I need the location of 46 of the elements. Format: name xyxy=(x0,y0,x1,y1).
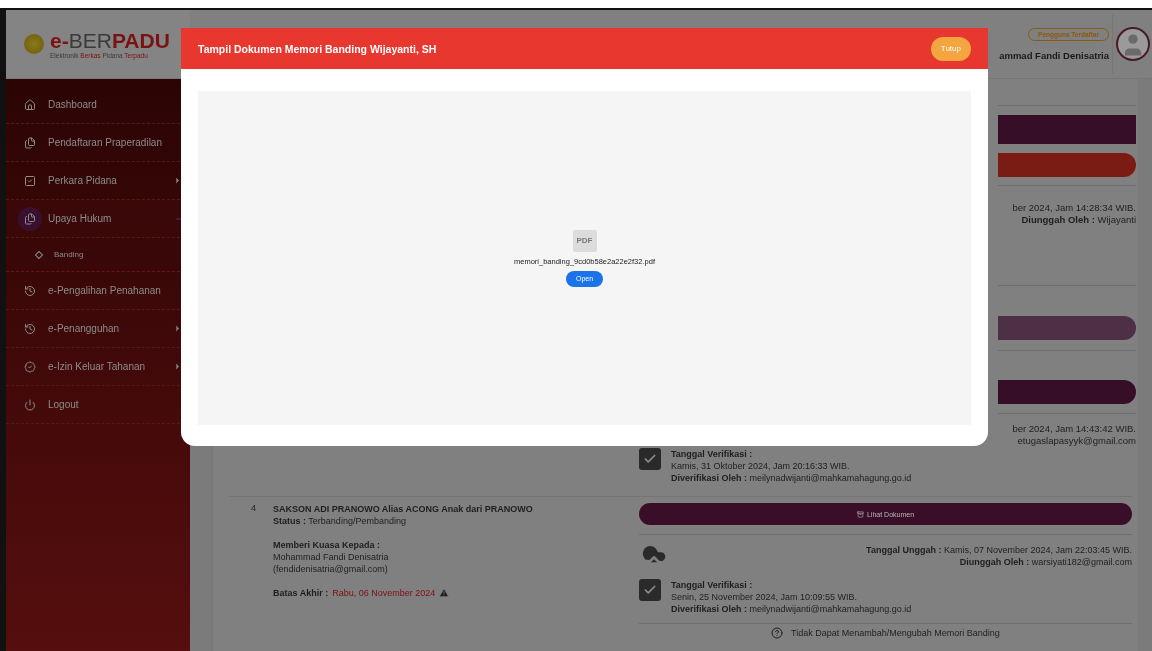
pdf-file-icon: PDF xyxy=(572,229,597,252)
logo-title: e-BERPADU xyxy=(50,29,170,52)
proxy-name: Mohammad Fandi Denisatria xyxy=(273,551,390,563)
arrow-icon xyxy=(173,362,182,371)
menu-icon xyxy=(24,322,36,335)
upload-date-text: Tanggal Unggah : Kamis, 07 November 2024, Jam 22:03:45 WIB. xyxy=(866,544,1132,556)
uploader-email: etugaslapasyyk@gmail.com xyxy=(1016,435,1136,447)
modal-title: Tampil Dokumen Memori Banding Wijayanti, SH xyxy=(198,42,437,55)
deadline-label: Batas Akhir : xyxy=(273,587,329,599)
party-name: SAKSON ADI PRANOWO Alias ACONG Anak dari PRANOWO xyxy=(273,503,533,515)
notice-text: Tidak Dapat Menambah/Mengubah Memori Banding xyxy=(791,628,1000,638)
menu-icon xyxy=(24,284,36,297)
checkbox-icon xyxy=(639,579,661,601)
action-button[interactable] xyxy=(998,153,1136,177)
uploader-text: Diunggah Oleh : Wijayanti xyxy=(1021,214,1136,225)
proxy-email: (fendidenisatria@gmail.com) xyxy=(273,563,389,575)
arrow-icon xyxy=(173,324,182,333)
menu-icon xyxy=(24,98,36,111)
view-document-button[interactable] xyxy=(998,380,1136,404)
checkbox-icon xyxy=(639,448,661,470)
user-name: ammad Fandi Denisatria xyxy=(999,49,1109,61)
verification-label: Tanggal Verifikasi : xyxy=(671,448,754,460)
proxy-label: Memberi Kuasa Kepada : xyxy=(273,539,382,551)
verification-date: Senin, 25 November 2024, Jam 10:09:55 WIB. xyxy=(671,591,859,603)
status-text: Status : Terbanding/Pembanding xyxy=(273,515,407,527)
menu-icon xyxy=(24,398,36,411)
menu-icon xyxy=(24,360,36,373)
archive-icon xyxy=(856,510,864,518)
verified-by-text: Diverifikasi Oleh : meilynadwijanti@mahkamahagung.go.id xyxy=(671,472,912,484)
verification-date: Kamis, 31 Oktober 2024, Jam 20:16:33 WIB. xyxy=(671,460,851,472)
action-button[interactable] xyxy=(998,316,1136,340)
verification-label: Tanggal Verifikasi : xyxy=(671,579,754,591)
info-icon xyxy=(771,627,784,639)
menu-icon xyxy=(24,136,36,149)
deadline-date: Rabu, 06 November 2024 xyxy=(332,587,436,599)
arrow-icon xyxy=(173,176,182,185)
warning-icon xyxy=(439,588,450,598)
uploader-text: Diunggah Oleh : warsiyati182@gmail.com xyxy=(959,556,1132,568)
avatar-icon[interactable] xyxy=(1116,27,1150,61)
emblem-icon xyxy=(24,34,44,54)
upload-date-text: ber 2024, Jam 14:43:42 WIB. xyxy=(1011,423,1136,435)
row-number: 4 xyxy=(250,503,257,515)
menu-icon xyxy=(24,174,36,187)
upload-date-text: ber 2024, Jam 14:28:34 WIB. xyxy=(1011,202,1136,214)
menu-icon xyxy=(18,206,42,231)
verified-by-text: Diverifikasi Oleh : meilynadwijanti@mahkamahagung.go.id xyxy=(671,603,912,615)
